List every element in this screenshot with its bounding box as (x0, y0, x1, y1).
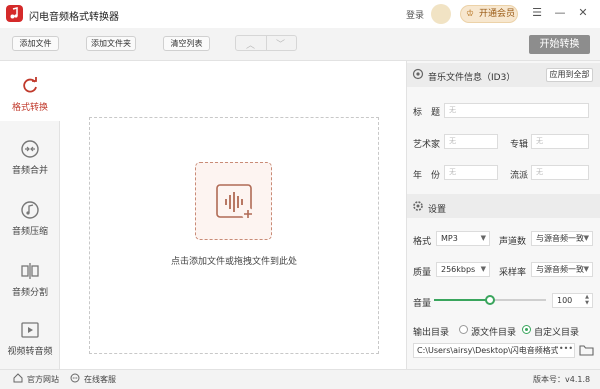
version-text: 版本号：v4.1.8 (533, 375, 591, 384)
avatar[interactable] (431, 4, 451, 24)
music-note-icon (20, 200, 40, 220)
channels-value: 与源音频一致 (536, 234, 584, 243)
stepper-arrows-icon[interactable]: ▲ ▼ (585, 294, 589, 306)
genre-field[interactable]: 无 (531, 165, 589, 180)
album-label: 专辑 (510, 140, 529, 150)
crown-icon: ♔ (466, 9, 475, 19)
sidebar-item-label: 音频压缩 (11, 227, 48, 237)
source-dir-option[interactable]: 源文件目录 (471, 325, 516, 338)
format-select[interactable]: MP3 ▼ (436, 231, 490, 246)
custom-dir-option[interactable]: 自定义目录 (534, 325, 579, 338)
format-value: MP3 (441, 234, 458, 243)
menu-icon[interactable]: ☰ (529, 5, 545, 21)
format-label: 格式 (413, 237, 432, 247)
album-field[interactable]: 无 (531, 134, 589, 149)
year-field[interactable]: 无 (444, 165, 498, 180)
samplerate-label: 采样率 (499, 268, 527, 278)
app-logo-icon (6, 5, 23, 22)
merge-icon (20, 139, 40, 159)
sidebar-item-video-to-audio[interactable]: 视频转音频 (0, 305, 60, 365)
sidebar-item-label: 视频转音频 (7, 347, 53, 357)
volume-label: 音量 (413, 299, 432, 309)
gear-icon (412, 200, 424, 212)
sidebar-item-audio-compress[interactable]: 音频压缩 (0, 185, 60, 245)
volume-slider-handle[interactable] (485, 295, 495, 305)
minimize-icon[interactable]: — (552, 5, 568, 21)
year-label: 年 份 (413, 171, 441, 181)
artist-label: 艺术家 (413, 140, 441, 150)
id3-section-title: 音乐文件信息（ID3） (428, 73, 516, 83)
artist-field[interactable]: 无 (444, 134, 498, 149)
move-down-icon[interactable]: ﹀ (276, 37, 285, 50)
title-label: 标 题 (413, 108, 441, 118)
add-folder-button[interactable]: 添加文件夹 (86, 36, 136, 51)
chevron-down-icon: ▼ (583, 265, 589, 273)
add-file-button[interactable]: 添加文件 (12, 36, 59, 51)
website-link[interactable]: 官方网站 (27, 374, 59, 385)
video-play-icon (20, 320, 40, 340)
chat-icon (70, 373, 80, 383)
clear-list-button[interactable]: 清空列表 (163, 36, 210, 51)
sidebar-item-audio-split[interactable]: 音频分割 (0, 246, 60, 306)
samplerate-select[interactable]: 与源音频一致 ▼ (531, 262, 593, 277)
divider (266, 36, 267, 50)
app-title: 闪电音频格式转换器 (29, 12, 119, 23)
samplerate-value: 与源音频一致 (536, 265, 584, 274)
start-convert-button[interactable]: 开始转换 (529, 35, 590, 54)
quality-label: 质量 (413, 268, 432, 278)
source-dir-radio[interactable] (459, 325, 468, 334)
drop-hint-text: 点击添加文件或拖拽文件到此处 (170, 257, 297, 267)
volume-value: 100 (557, 296, 573, 305)
apply-all-button[interactable]: 应用到全部 (546, 68, 593, 82)
move-buttons: ︿ ﹀ (235, 35, 297, 51)
add-audio-icon[interactable] (195, 162, 272, 240)
move-up-icon[interactable]: ︿ (246, 38, 255, 51)
chevron-down-icon: ▼ (480, 265, 486, 273)
home-icon (13, 373, 23, 383)
sidebar-item-format-convert[interactable]: 格式转换 (0, 61, 60, 121)
output-dir-label: 输出目录 (413, 328, 450, 338)
chevron-down-icon: ▼ (583, 234, 589, 242)
chevron-down-icon: ▼ (480, 234, 486, 242)
more-options-icon[interactable]: ••• (558, 344, 574, 357)
close-icon[interactable]: ✕ (575, 5, 591, 21)
settings-gear-icon (412, 68, 424, 80)
quality-select[interactable]: 256kbps ▼ (436, 262, 490, 277)
settings-section-title: 设置 (428, 205, 447, 215)
channels-select[interactable]: 与源音频一致 ▼ (531, 231, 593, 246)
refresh-icon (20, 76, 40, 96)
sidebar-item-audio-merge[interactable]: 音频合并 (0, 124, 60, 184)
genre-label: 流派 (510, 171, 529, 181)
sidebar-item-label: 音频分割 (11, 288, 48, 298)
vip-button[interactable]: ♔ 开通会员 (460, 5, 518, 23)
title-field[interactable]: 无 (444, 103, 589, 118)
volume-slider-fill (434, 299, 490, 301)
login-link[interactable]: 登录 (406, 8, 424, 21)
sidebar-item-label: 音频合并 (11, 166, 48, 176)
split-icon (20, 261, 40, 281)
custom-dir-radio[interactable] (522, 325, 531, 334)
vip-button-label: 开通会员 (479, 9, 516, 19)
volume-stepper[interactable]: 100 ▲ ▼ (552, 293, 593, 308)
output-path-field[interactable]: C:\Users\airsy\Desktop\闪电音频格式转换 (413, 343, 575, 358)
channels-label: 声道数 (499, 237, 527, 247)
quality-value: 256kbps (441, 265, 476, 274)
support-link[interactable]: 在线客服 (84, 374, 116, 385)
folder-icon[interactable] (579, 343, 594, 357)
sidebar-item-label: 格式转换 (11, 103, 48, 113)
